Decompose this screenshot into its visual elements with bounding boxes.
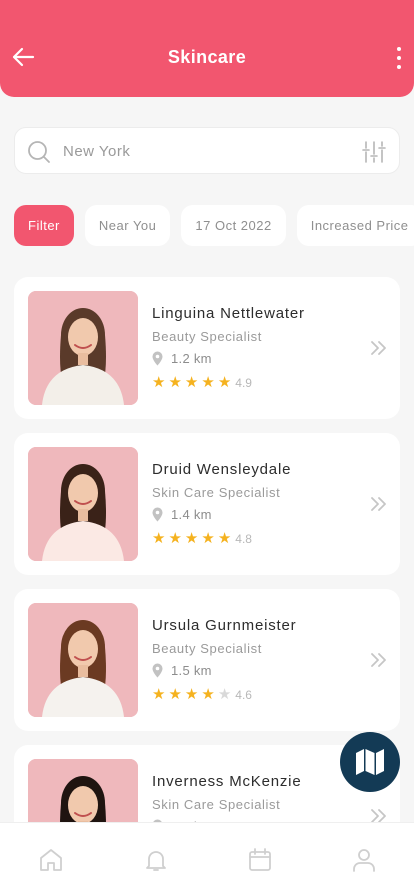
chevrons-right-icon[interactable] [370,651,388,669]
star-icon: ★ [217,686,232,703]
rating-value: 4.6 [235,688,252,702]
search-bar [14,127,400,174]
rating-stars: ★ ★ ★ ★ ★ 4.8 [152,531,252,547]
filter-chip[interactable]: Near You [84,205,171,246]
star-icon: ★ [201,374,215,391]
star-icon: ★ [184,530,199,547]
star-icon: ★ [184,374,199,391]
rating-stars: ★ ★ ★ ★ ★ 4.6 [152,687,252,703]
star-icon: ★ [201,686,215,703]
specialist-card[interactable]: Ursula Gurnmeister Beauty Specialist 1.5 k… [14,589,400,731]
distance-text: 1.4 km [171,506,212,522]
location-pin-icon [152,351,163,365]
search-input[interactable] [63,136,343,166]
distance-row: 1.2 km [152,350,212,366]
distance-text: 1.5 km [171,662,212,678]
location-pin-icon [152,663,163,677]
specialist-name: Ursula Gurnmeister [152,617,297,634]
chevrons-right-icon[interactable] [370,339,388,357]
bell-icon[interactable] [143,847,169,873]
specialist-card[interactable]: Druid Wensleydale Skin Care Specialist 1.4… [14,433,400,575]
specialist-photo [28,447,138,561]
specialist-photo [28,291,138,405]
rating-stars: ★ ★ ★ ★ ★ 4.9 [152,375,252,391]
sliders-icon[interactable] [362,140,386,164]
home-icon[interactable] [38,847,64,873]
specialist-role: Skin Care Specialist [152,797,281,812]
specialist-role: Beauty Specialist [152,329,262,344]
specialist-photo [28,603,138,717]
specialist-name: Inverness McKenzie [152,773,302,790]
page-title: Skincare [167,47,247,67]
specialist-card[interactable]: Linguina Nettlewater Beauty Specialist 1.2… [14,277,400,419]
map-button[interactable] [340,732,400,792]
star-icon: ★ [152,530,166,547]
star-icon: ★ [184,686,199,703]
filter-chip[interactable]: Filter [14,205,74,246]
app-header: Skincare [0,0,414,97]
filter-chip[interactable]: 17 Oct 2022 [181,205,286,246]
star-icon: ★ [217,530,232,547]
more-vertical-icon[interactable] [394,45,404,71]
distance-text: 1.2 km [171,350,212,366]
star-icon: ★ [168,530,182,547]
star-icon: ★ [217,374,232,391]
filter-chip-bar: Filter Near You 17 Oct 2022 Increased Price [14,205,414,247]
star-icon: ★ [152,374,166,391]
bottom-tab-bar [0,822,414,896]
distance-row: 1.4 km [152,506,212,522]
calendar-icon[interactable] [247,847,273,873]
specialist-name: Druid Wensleydale [152,461,292,478]
map-icon [356,749,384,775]
user-icon[interactable] [351,847,377,873]
specialist-role: Skin Care Specialist [152,485,281,500]
distance-row: 1.5 km [152,662,212,678]
specialist-name: Linguina Nettlewater [152,305,305,322]
rating-value: 4.9 [235,376,252,390]
star-icon: ★ [168,686,182,703]
star-icon: ★ [152,686,166,703]
chevrons-right-icon[interactable] [370,495,388,513]
location-pin-icon [152,507,163,521]
rating-value: 4.8 [235,532,252,546]
specialist-role: Beauty Specialist [152,641,262,656]
star-icon: ★ [201,530,215,547]
star-icon: ★ [168,374,182,391]
filter-chip[interactable]: Increased Price [296,205,414,246]
search-icon [28,141,50,163]
